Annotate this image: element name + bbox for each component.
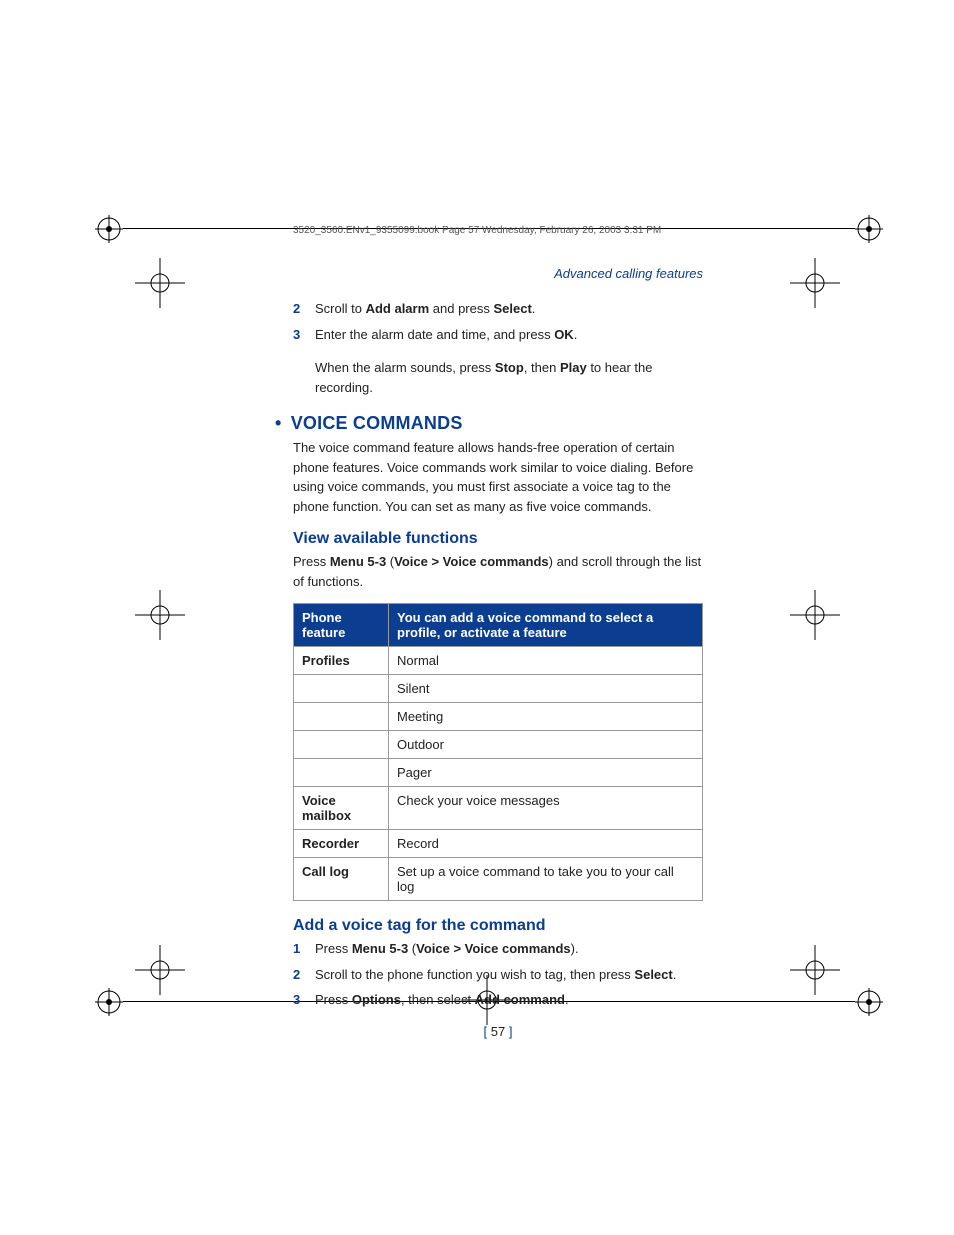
table-cell-feature	[294, 759, 389, 787]
table-row: RecorderRecord	[294, 830, 703, 858]
section-label: Advanced calling features	[293, 266, 703, 281]
table-row: Pager	[294, 759, 703, 787]
table-cell-value: Meeting	[389, 703, 703, 731]
step-text: Scroll to Add alarm and press Select.	[315, 301, 535, 316]
table-header: Phone feature	[294, 604, 389, 647]
table-row: Voice mailboxCheck your voice messages	[294, 787, 703, 830]
step-item: 3 Enter the alarm date and time, and pre…	[293, 325, 703, 345]
table-cell-value: Set up a voice command to take you to yo…	[389, 858, 703, 901]
step-sub-text: When the alarm sounds, press Stop, then …	[293, 358, 703, 397]
crosshair-icon	[135, 945, 185, 995]
crosshair-icon	[790, 945, 840, 995]
body-paragraph: Press Menu 5-3 (Voice > Voice commands) …	[293, 552, 703, 591]
table-row: ProfilesNormal	[294, 647, 703, 675]
table-cell-feature	[294, 703, 389, 731]
registration-mark-icon	[855, 215, 883, 243]
registration-mark-icon	[95, 988, 123, 1016]
table-cell-feature: Recorder	[294, 830, 389, 858]
body-paragraph: The voice command feature allows hands-f…	[293, 438, 703, 516]
step-item: 2 Scroll to the phone function you wish …	[293, 965, 703, 985]
print-slug: 3520_3560.ENv1_9355099.book Page 57 Wedn…	[293, 225, 703, 236]
table-cell-value: Check your voice messages	[389, 787, 703, 830]
heading-add-voice-tag: Add a voice tag for the command	[293, 917, 703, 935]
page-content: 3520_3560.ENv1_9355099.book Page 57 Wedn…	[293, 225, 703, 1039]
registration-mark-icon	[95, 215, 123, 243]
crosshair-icon	[790, 590, 840, 640]
voice-commands-table: Phone feature You can add a voice comman…	[293, 603, 703, 901]
steps-top: 2 Scroll to Add alarm and press Select. …	[293, 299, 703, 344]
table-row: Outdoor	[294, 731, 703, 759]
table-header: You can add a voice command to select a …	[389, 604, 703, 647]
step-item: 2 Scroll to Add alarm and press Select.	[293, 299, 703, 319]
heading-voice-commands: • VOICE COMMANDS	[275, 413, 703, 434]
step-number: 1	[293, 939, 300, 959]
step-text: Enter the alarm date and time, and press…	[315, 327, 577, 342]
steps-bottom: 1 Press Menu 5-3 (Voice > Voice commands…	[293, 939, 703, 1010]
step-text: Scroll to the phone function you wish to…	[315, 967, 676, 982]
step-item: 1 Press Menu 5-3 (Voice > Voice commands…	[293, 939, 703, 959]
step-number: 2	[293, 965, 300, 985]
table-cell-feature: Profiles	[294, 647, 389, 675]
step-text: Press Menu 5-3 (Voice > Voice commands).	[315, 941, 579, 956]
table-row: Call logSet up a voice command to take y…	[294, 858, 703, 901]
crosshair-icon	[135, 590, 185, 640]
step-number: 3	[293, 325, 300, 345]
table-row: Silent	[294, 675, 703, 703]
table-row: Meeting	[294, 703, 703, 731]
table-cell-value: Pager	[389, 759, 703, 787]
step-number: 2	[293, 299, 300, 319]
heading-view-functions: View available functions	[293, 530, 703, 548]
page-number: [ 57 ]	[293, 1024, 703, 1039]
table-cell-feature: Call log	[294, 858, 389, 901]
step-text: Press Options, then select Add command.	[315, 992, 569, 1007]
step-number: 3	[293, 990, 300, 1010]
registration-mark-icon	[855, 988, 883, 1016]
table-cell-value: Outdoor	[389, 731, 703, 759]
table-cell-feature: Voice mailbox	[294, 787, 389, 830]
table-cell-value: Silent	[389, 675, 703, 703]
crosshair-icon	[135, 258, 185, 308]
crosshair-icon	[790, 258, 840, 308]
step-item: 3 Press Options, then select Add command…	[293, 990, 703, 1010]
table-cell-feature	[294, 731, 389, 759]
table-cell-value: Record	[389, 830, 703, 858]
table-cell-feature	[294, 675, 389, 703]
table-cell-value: Normal	[389, 647, 703, 675]
